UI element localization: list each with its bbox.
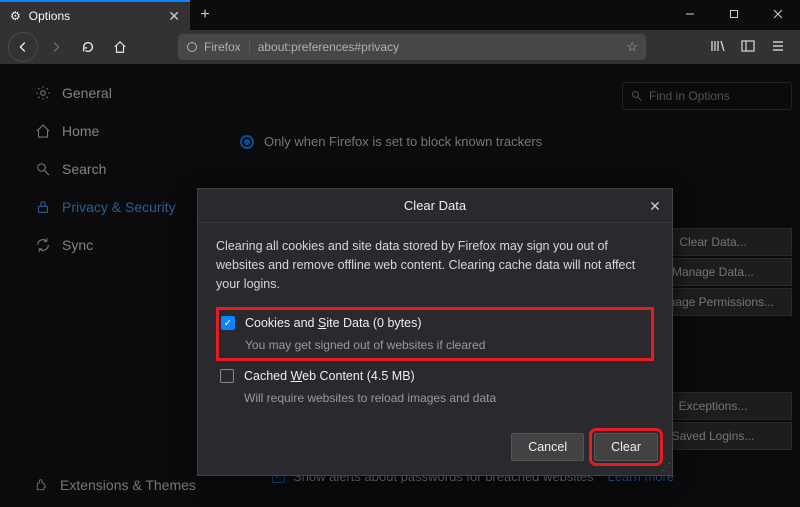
clear-data-dialog: Clear Data ✕ Clearing all cookies and si… — [197, 188, 673, 476]
resize-grip-icon[interactable]: ⋰ — [661, 462, 668, 473]
option-description: You may get signed out of websites if cl… — [245, 336, 485, 354]
minimize-button[interactable] — [668, 0, 712, 28]
dialog-close-button[interactable]: ✕ — [646, 197, 664, 215]
home-button[interactable] — [106, 33, 134, 61]
bookmark-star-icon[interactable]: ☆ — [626, 39, 638, 55]
dialog-footer: Cancel Clear ⋰ — [198, 423, 672, 475]
app-menu-icon[interactable] — [770, 38, 786, 57]
option-cached-web-content[interactable]: Cached Web Content (4.5 MB) Will require… — [216, 361, 654, 413]
option-label: Cached Web Content (4.5 MB) — [244, 367, 496, 386]
firefox-icon — [186, 41, 198, 53]
gear-icon: ⚙ — [10, 9, 21, 23]
back-button[interactable] — [8, 32, 38, 62]
forward-button[interactable] — [42, 33, 70, 61]
cancel-button[interactable]: Cancel — [511, 433, 584, 461]
nav-toolbar: Firefox about:preferences#privacy ☆ — [0, 30, 800, 64]
option-label: Cookies and Site Data (0 bytes) — [245, 314, 485, 333]
option-description: Will require websites to reload images a… — [244, 389, 496, 407]
close-window-button[interactable] — [756, 0, 800, 28]
library-icon[interactable] — [710, 38, 726, 57]
sidebar-toggle-icon[interactable] — [740, 38, 756, 57]
checkbox-icon[interactable] — [220, 369, 234, 383]
clear-button[interactable]: Clear — [594, 433, 658, 461]
close-tab-icon[interactable]: ✕ — [168, 8, 180, 25]
tab-title: Options — [29, 9, 161, 23]
dialog-intro-text: Clearing all cookies and site data store… — [216, 237, 654, 293]
url-bar[interactable]: Firefox about:preferences#privacy ☆ — [178, 34, 646, 60]
reload-button[interactable] — [74, 33, 102, 61]
url-text: about:preferences#privacy — [258, 40, 399, 54]
browser-tab-options[interactable]: ⚙ Options ✕ — [0, 0, 190, 30]
checkbox-icon[interactable] — [221, 316, 235, 330]
dialog-body: Clearing all cookies and site data store… — [198, 223, 672, 423]
window-controls — [668, 0, 800, 28]
dialog-title-bar: Clear Data ✕ — [198, 189, 672, 223]
window-titlebar: ⚙ Options ✕ + — [0, 0, 800, 30]
maximize-button[interactable] — [712, 0, 756, 28]
option-cookies-site-data[interactable]: Cookies and Site Data (0 bytes) You may … — [216, 307, 654, 361]
new-tab-button[interactable]: + — [190, 0, 220, 30]
identity-label: Firefox — [204, 40, 241, 54]
dialog-title: Clear Data — [404, 198, 466, 213]
site-identity[interactable]: Firefox — [186, 40, 250, 54]
